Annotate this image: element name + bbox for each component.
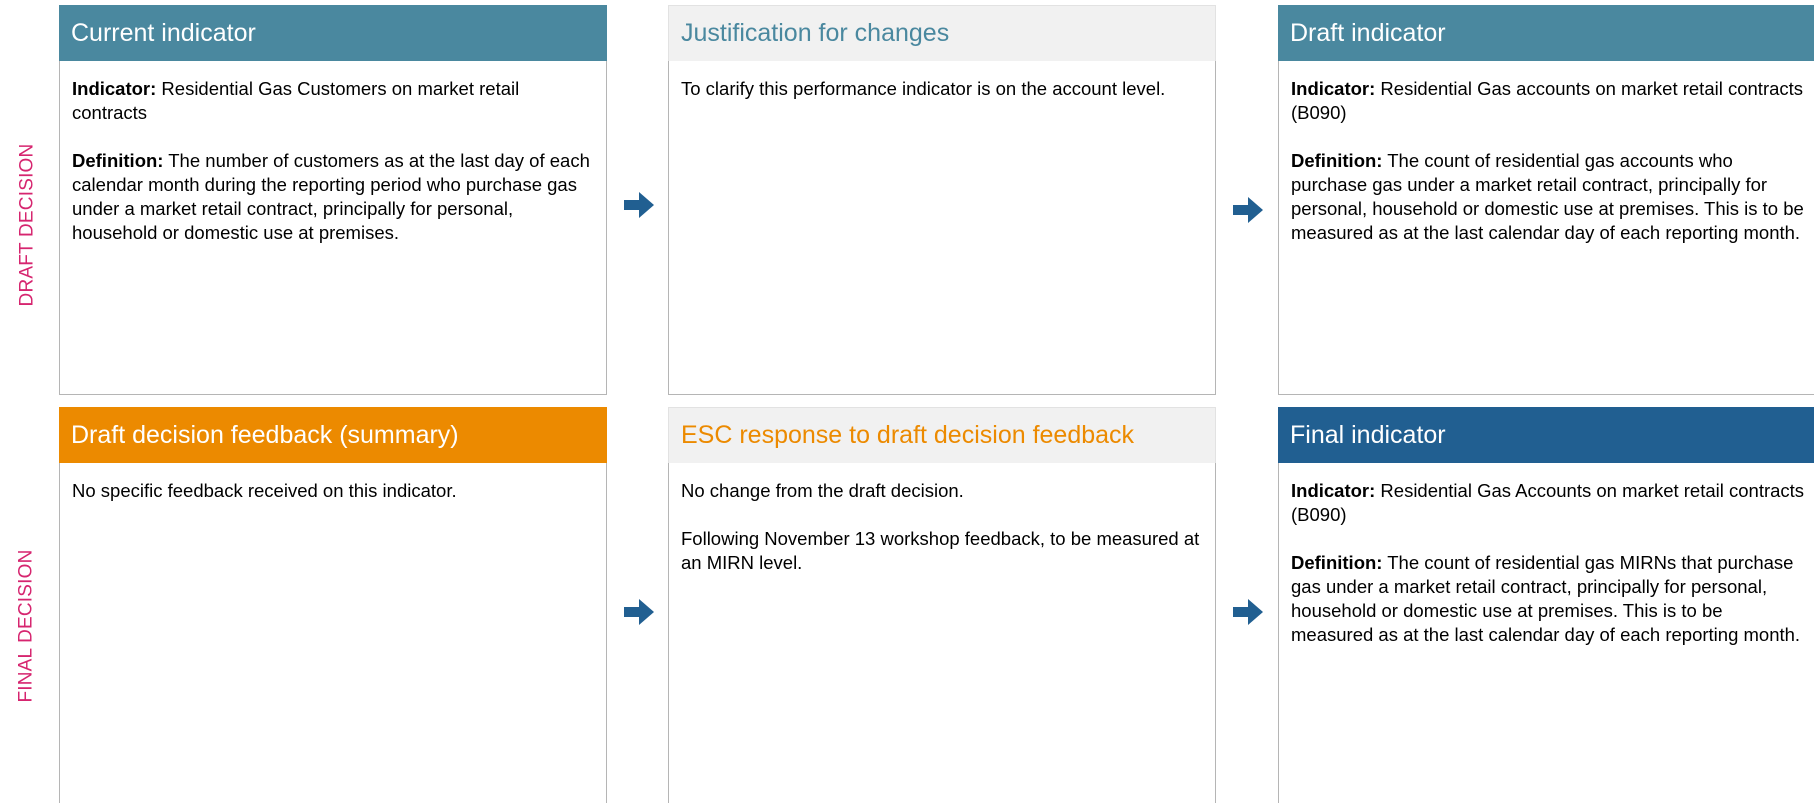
- justification-panel: Justification for changes To clarify thi…: [668, 5, 1216, 395]
- current-indicator-title: Current indicator: [71, 18, 256, 47]
- feedback-title: Draft decision feedback (summary): [71, 420, 459, 449]
- current-indicator-panel: Current indicator Indicator: Residential…: [59, 5, 607, 395]
- feedback-header: Draft decision feedback (summary): [59, 407, 607, 463]
- arrow-right-icon: [1233, 599, 1263, 625]
- esc-response-panel: ESC response to draft decision feedback …: [668, 407, 1216, 803]
- feedback-panel: Draft decision feedback (summary) No spe…: [59, 407, 607, 803]
- arrow-right-icon: [624, 192, 654, 218]
- arrow-right-icon: [1233, 197, 1263, 223]
- final-indicator-panel: Final indicator Indicator: Residential G…: [1278, 407, 1814, 803]
- justification-text: To clarify this performance indicator is…: [681, 78, 1166, 99]
- definition-label: Definition:: [1291, 552, 1383, 573]
- indicator-label: Indicator:: [1291, 78, 1376, 99]
- final-indicator-definition: Definition: The count of residential gas…: [1291, 551, 1806, 647]
- indicator-label: Indicator:: [72, 78, 157, 99]
- definition-label: Definition:: [1291, 150, 1383, 171]
- feedback-body: No specific feedback received on this in…: [59, 463, 607, 803]
- final-indicator-body: Indicator: Residential Gas Accounts on m…: [1278, 463, 1814, 803]
- draft-indicator-definition: Definition: The count of residential gas…: [1291, 149, 1806, 245]
- final-indicator-title: Final indicator: [1290, 420, 1446, 449]
- draft-indicator-body: Indicator: Residential Gas accounts on m…: [1278, 61, 1814, 395]
- feedback-text: No specific feedback received on this in…: [72, 480, 457, 501]
- current-indicator-definition: Definition: The number of customers as a…: [72, 149, 594, 245]
- definition-label: Definition:: [72, 150, 164, 171]
- final-indicator-header: Final indicator: [1278, 407, 1814, 463]
- final-decision-row-label: FINAL DECISION: [12, 462, 42, 789]
- justification-header: Justification for changes: [668, 5, 1216, 61]
- final-decision-label: FINAL DECISION: [16, 548, 38, 703]
- justification-title: Justification for changes: [681, 19, 950, 47]
- draft-decision-row-label: DRAFT DECISION: [12, 60, 42, 390]
- current-indicator-indicator: Indicator: Residential Gas Customers on …: [72, 77, 594, 125]
- draft-decision-label: DRAFT DECISION: [16, 143, 38, 307]
- esc-response-text-2: Following November 13 workshop feedback,…: [681, 528, 1200, 573]
- esc-response-title: ESC response to draft decision feedback: [681, 421, 1135, 449]
- esc-response-text-1: No change from the draft decision.: [681, 480, 964, 501]
- draft-indicator-title: Draft indicator: [1290, 18, 1446, 47]
- current-indicator-header: Current indicator: [59, 5, 607, 61]
- draft-indicator-indicator: Indicator: Residential Gas accounts on m…: [1291, 77, 1806, 125]
- esc-response-header: ESC response to draft decision feedback: [668, 407, 1216, 463]
- current-indicator-body: Indicator: Residential Gas Customers on …: [59, 61, 607, 395]
- esc-response-body: No change from the draft decision. Follo…: [668, 463, 1216, 803]
- draft-indicator-header: Draft indicator: [1278, 5, 1814, 61]
- justification-body: To clarify this performance indicator is…: [668, 61, 1216, 395]
- draft-indicator-panel: Draft indicator Indicator: Residential G…: [1278, 5, 1814, 395]
- final-indicator-indicator: Indicator: Residential Gas Accounts on m…: [1291, 479, 1806, 527]
- arrow-right-icon: [624, 599, 654, 625]
- indicator-label: Indicator:: [1291, 480, 1376, 501]
